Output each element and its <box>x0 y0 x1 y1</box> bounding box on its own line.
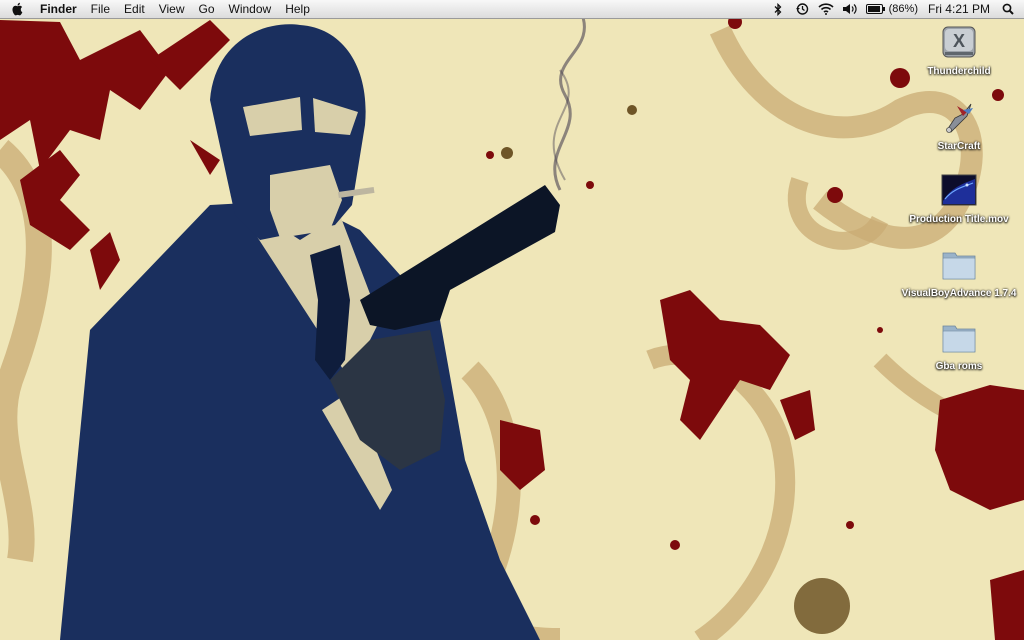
battery-percentage[interactable]: (86%) <box>889 3 918 15</box>
bluetooth-icon[interactable] <box>770 1 786 17</box>
menu-go[interactable]: Go <box>199 0 215 18</box>
desktop-icon-thunderchild[interactable]: X Thunderchild <box>894 25 1024 79</box>
folder-icon <box>941 320 977 356</box>
menu-window[interactable]: Window <box>229 0 272 18</box>
drive-icon: X <box>941 25 977 61</box>
desktop-wallpaper <box>0 0 1024 640</box>
coffee-drop <box>501 147 513 159</box>
menu-clock[interactable]: Fri 4:21 PM <box>928 2 990 16</box>
spotlight-search-icon[interactable] <box>1000 1 1016 17</box>
application-icon <box>941 100 977 136</box>
wifi-icon[interactable] <box>818 1 834 17</box>
desktop-icon-production-title[interactable]: Production Title.mov <box>894 173 1024 227</box>
svg-text:X: X <box>953 31 965 51</box>
coffee-drop <box>627 105 637 115</box>
folder-icon <box>941 247 977 283</box>
volume-icon[interactable] <box>842 1 858 17</box>
menu-file[interactable]: File <box>91 0 110 18</box>
menu-help[interactable]: Help <box>285 0 310 18</box>
battery-icon[interactable] <box>865 1 886 17</box>
desktop-icon-label: VisualBoyAdvance 1.7.4 <box>901 288 1017 299</box>
desktop-icon-label: Gba roms <box>935 361 983 372</box>
apple-icon[interactable] <box>10 1 24 17</box>
menu-bar: Finder File Edit View Go Window Help (86… <box>0 0 1024 19</box>
menu-app-finder[interactable]: Finder <box>40 0 77 18</box>
movie-file-icon <box>941 173 977 209</box>
desktop-icon-label: Production Title.mov <box>909 214 1009 225</box>
desktop-icon-label: StarCraft <box>937 141 981 152</box>
desktop-icon-gba-roms[interactable]: Gba roms <box>894 320 1024 374</box>
time-machine-icon[interactable] <box>794 1 810 17</box>
desktop-icon-visualboyadvance[interactable]: VisualBoyAdvance 1.7.4 <box>894 247 1024 301</box>
desktop-icon-starcraft[interactable]: StarCraft <box>894 100 1024 154</box>
menu-edit[interactable]: Edit <box>124 0 145 18</box>
coffee-drop <box>794 578 850 634</box>
menu-view[interactable]: View <box>159 0 185 18</box>
desktop-icon-label: Thunderchild <box>927 66 991 77</box>
